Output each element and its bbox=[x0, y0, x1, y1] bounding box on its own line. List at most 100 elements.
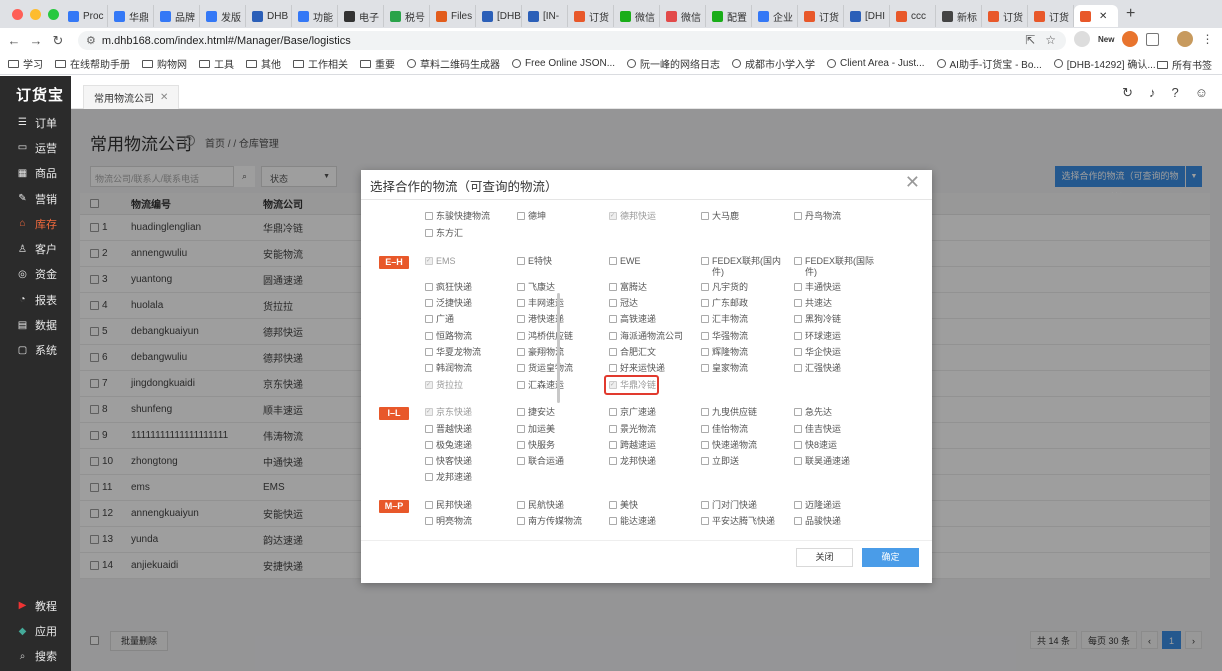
logistics-option[interactable]: 合肥汇文 bbox=[609, 347, 697, 358]
sidebar-item[interactable]: ◔ 报表 bbox=[0, 287, 71, 312]
logistics-option[interactable]: 民邦快递 bbox=[425, 500, 513, 511]
option-checkbox[interactable] bbox=[609, 332, 617, 340]
option-checkbox[interactable] bbox=[794, 315, 802, 323]
logistics-option[interactable]: 皇家物流 bbox=[701, 363, 789, 374]
logistics-option[interactable]: 东方汇 bbox=[425, 228, 513, 239]
new-tab-button[interactable]: + bbox=[1126, 5, 1135, 23]
confirm-button[interactable]: 确定 bbox=[862, 548, 919, 567]
option-checkbox[interactable] bbox=[425, 283, 433, 291]
option-checkbox[interactable] bbox=[794, 425, 802, 433]
option-checkbox[interactable] bbox=[701, 257, 709, 265]
option-checkbox[interactable] bbox=[517, 501, 525, 509]
logistics-option[interactable]: 快8速运 bbox=[794, 440, 882, 451]
bookmark-item[interactable]: 成都市小学入学 bbox=[732, 56, 815, 71]
browser-tab[interactable]: DHB bbox=[246, 5, 292, 27]
browser-tab[interactable]: 税号 bbox=[384, 5, 430, 27]
option-checkbox[interactable] bbox=[794, 257, 802, 265]
bookmark-item[interactable]: 工具 bbox=[199, 56, 234, 71]
option-checkbox[interactable]: ✓ bbox=[425, 257, 433, 265]
sidebar-item[interactable]: ✎ 营销 bbox=[0, 186, 71, 211]
option-checkbox[interactable] bbox=[425, 315, 433, 323]
close-icon[interactable]: ✕ bbox=[160, 92, 168, 103]
logistics-option[interactable]: 德坤 bbox=[517, 211, 605, 222]
profile-avatar[interactable] bbox=[1177, 31, 1194, 47]
logistics-option[interactable]: 晋越快递 bbox=[425, 424, 513, 435]
browser-tab[interactable]: ✕ bbox=[1074, 5, 1118, 27]
logistics-option[interactable]: 龙邦速递 bbox=[425, 472, 513, 483]
option-checkbox[interactable] bbox=[425, 348, 433, 356]
option-checkbox[interactable] bbox=[701, 425, 709, 433]
sidebar-item[interactable]: ▤ 数据 bbox=[0, 312, 71, 337]
help-icon[interactable]: ? bbox=[1171, 85, 1178, 101]
option-checkbox[interactable] bbox=[794, 332, 802, 340]
menu-icon[interactable]: ⋮ bbox=[1201, 32, 1213, 46]
sidebar-item[interactable]: ⌂ 库存 bbox=[0, 211, 71, 236]
option-checkbox[interactable] bbox=[701, 299, 709, 307]
option-checkbox[interactable] bbox=[425, 457, 433, 465]
logistics-option[interactable]: 泛捷快递 bbox=[425, 298, 513, 309]
logistics-option[interactable]: 汇强快递 bbox=[794, 363, 882, 374]
option-checkbox[interactable] bbox=[517, 381, 525, 389]
option-checkbox[interactable] bbox=[425, 473, 433, 481]
logistics-option[interactable]: 美快 bbox=[609, 500, 697, 511]
logistics-option[interactable]: 迈隆递运 bbox=[794, 500, 882, 511]
logistics-option[interactable]: 丰网速运 bbox=[517, 298, 605, 309]
browser-tab[interactable]: 电子 bbox=[338, 5, 384, 27]
logistics-option[interactable]: 联合运通 bbox=[517, 456, 605, 467]
logistics-option[interactable]: 韩润物流 bbox=[425, 363, 513, 374]
option-checkbox[interactable] bbox=[517, 348, 525, 356]
option-checkbox[interactable] bbox=[794, 408, 802, 416]
bookmark-item[interactable]: 工作相关 bbox=[293, 56, 348, 71]
logistics-option[interactable]: 品骏快递 bbox=[794, 516, 882, 527]
bookmark-item[interactable]: 购物网 bbox=[142, 56, 187, 71]
browser-tab[interactable]: 订货 bbox=[1028, 5, 1074, 27]
bookmark-star-icon[interactable]: ☆ bbox=[1045, 33, 1056, 47]
bookmark-item[interactable]: 其他 bbox=[246, 56, 281, 71]
option-checkbox[interactable] bbox=[609, 425, 617, 433]
logistics-option[interactable]: 联昊通速递 bbox=[794, 456, 882, 467]
option-checkbox[interactable] bbox=[609, 408, 617, 416]
bookmark-item[interactable]: AI助手-订货宝 - Bo... bbox=[936, 56, 1042, 71]
option-checkbox[interactable] bbox=[517, 212, 525, 220]
close-tab-icon[interactable]: ✕ bbox=[1099, 11, 1107, 22]
browser-tab[interactable]: 发版 bbox=[200, 5, 246, 27]
logistics-option[interactable]: 南方传媒物流 bbox=[517, 516, 605, 527]
logistics-option[interactable]: 明亮物流 bbox=[425, 516, 513, 527]
logistics-option[interactable]: 疯狂快递 bbox=[425, 282, 513, 293]
browser-tab[interactable]: 华鼎 bbox=[108, 5, 154, 27]
logistics-option[interactable]: 好来运快递 bbox=[609, 363, 697, 374]
option-checkbox[interactable] bbox=[517, 408, 525, 416]
option-checkbox[interactable]: ✓ bbox=[425, 408, 433, 416]
logistics-option[interactable]: 九曳供应链 bbox=[701, 407, 789, 418]
option-checkbox[interactable] bbox=[609, 364, 617, 372]
logistics-option[interactable]: 民航快递 bbox=[517, 500, 605, 511]
close-icon[interactable]: ✕ bbox=[905, 172, 920, 193]
option-checkbox[interactable] bbox=[794, 348, 802, 356]
browser-tab[interactable]: [DHB bbox=[476, 5, 522, 27]
puzzle-icon[interactable] bbox=[1146, 32, 1160, 46]
bookmark-item[interactable]: 学习 bbox=[8, 56, 43, 71]
option-checkbox[interactable] bbox=[701, 408, 709, 416]
address-bar[interactable]: ⚙ m.dhb168.com/index.html#/Manager/Base/… bbox=[78, 31, 1066, 50]
logistics-option[interactable]: 京广速递 bbox=[609, 407, 697, 418]
logistics-option[interactable]: 飞康达 bbox=[517, 282, 605, 293]
logistics-option[interactable]: 佳怡物流 bbox=[701, 424, 789, 435]
logistics-option[interactable]: FEDEX联邦(国内件) bbox=[701, 256, 789, 278]
cancel-button[interactable]: 关闭 bbox=[796, 548, 853, 567]
minimize-window-button[interactable] bbox=[30, 8, 41, 20]
logistics-option[interactable]: 港快速递 bbox=[517, 314, 605, 325]
browser-tab[interactable]: 微信 bbox=[660, 5, 706, 27]
logistics-option[interactable]: 环球速运 bbox=[794, 331, 882, 342]
bookmark-item[interactable]: 重要 bbox=[360, 56, 395, 71]
option-checkbox[interactable] bbox=[794, 517, 802, 525]
sidebar-item[interactable]: ▦ 商品 bbox=[0, 161, 71, 186]
logistics-option[interactable]: 快速递物流 bbox=[701, 440, 789, 451]
option-checkbox[interactable] bbox=[517, 315, 525, 323]
browser-tab[interactable]: Proc bbox=[62, 5, 108, 27]
back-icon[interactable]: ← bbox=[3, 33, 25, 48]
site-info-icon[interactable]: ⚙ bbox=[86, 34, 96, 47]
option-checkbox[interactable] bbox=[701, 332, 709, 340]
option-checkbox[interactable] bbox=[609, 517, 617, 525]
logistics-option[interactable]: 黑狗冷链 bbox=[794, 314, 882, 325]
logistics-option[interactable]: 冠达 bbox=[609, 298, 697, 309]
